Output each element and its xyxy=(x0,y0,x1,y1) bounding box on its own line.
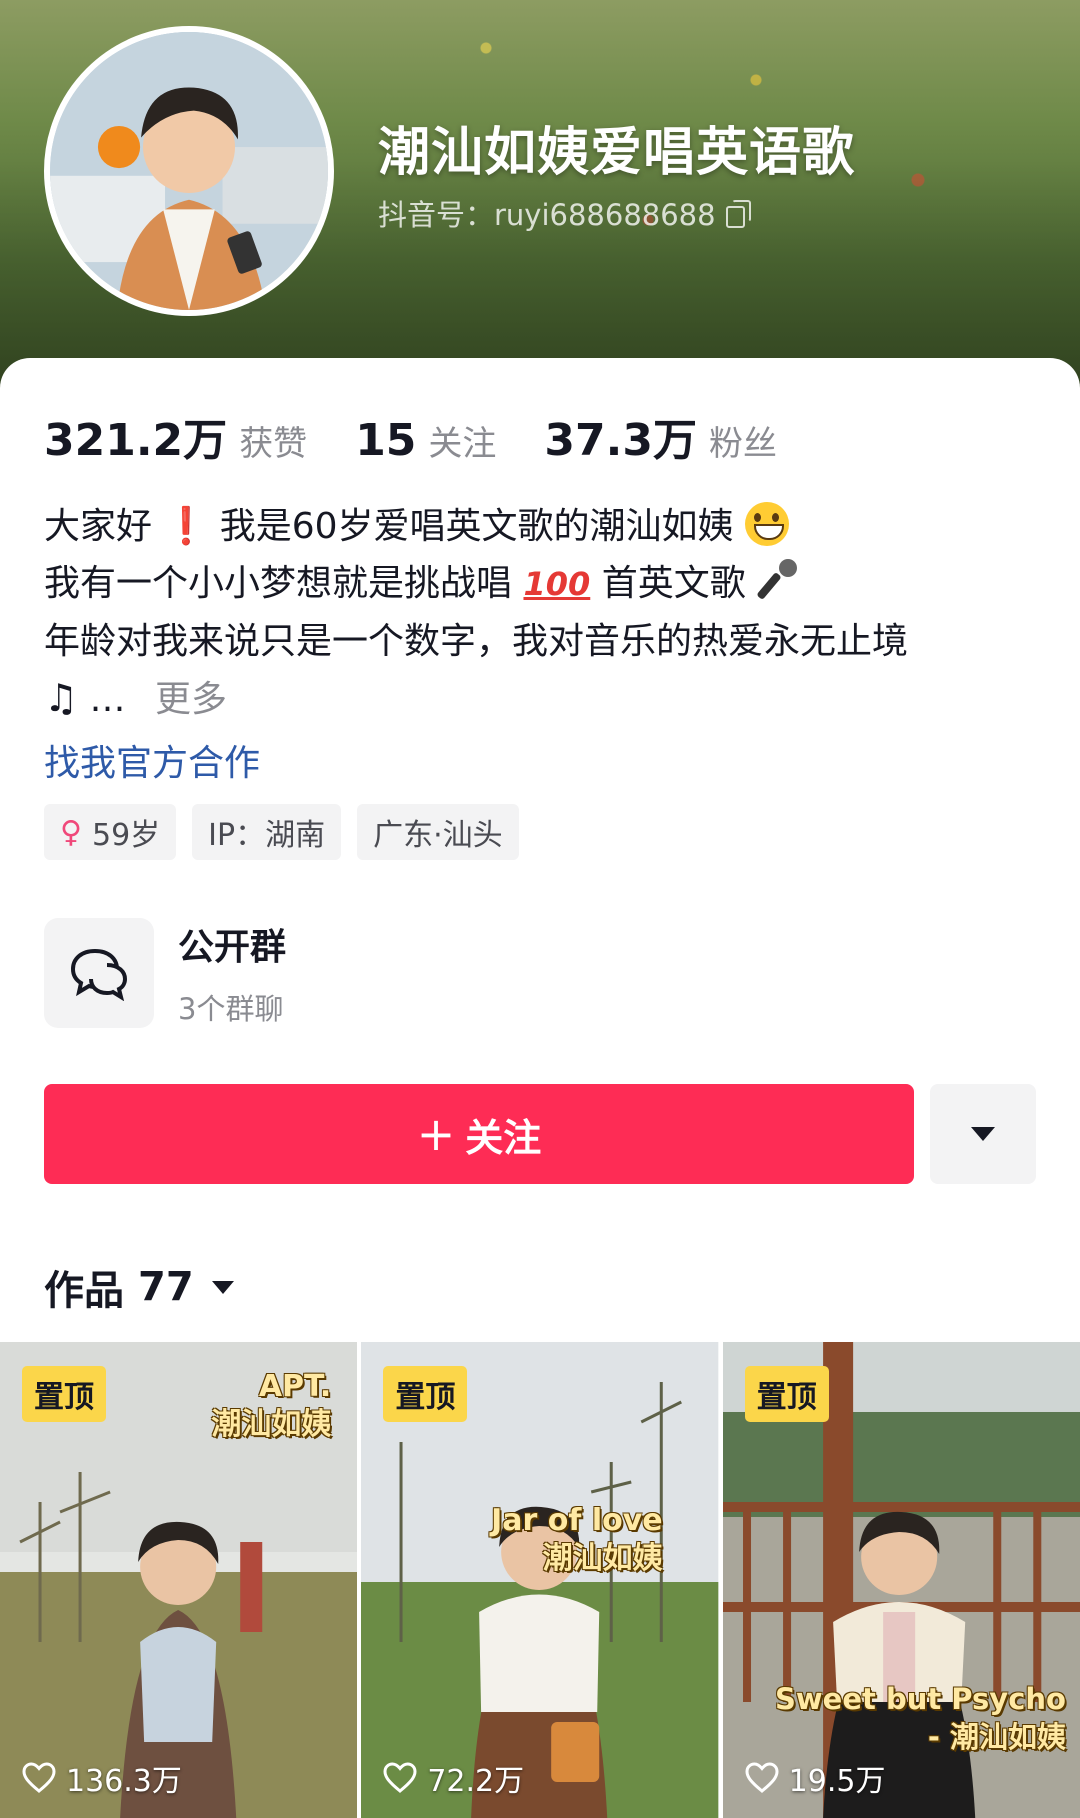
video-caption: Jar of love 潮汕如姨 xyxy=(491,1502,663,1578)
video-caption: APT. 潮汕如姨 xyxy=(211,1368,331,1444)
likes-count: 136.3万 xyxy=(66,1764,182,1799)
douyin-id[interactable]: 抖音号：ruyi688688688 xyxy=(378,192,751,234)
profile-card: 321.2万 获赞 15 关注 37.3万 粉丝 大家好 ❗ 我是60岁爱唱英文… xyxy=(0,358,1080,1818)
official-cooperation-link[interactable]: 找我官方合作 xyxy=(44,734,260,786)
ip-tag: IP：湖南 xyxy=(192,804,342,860)
location-tag: 广东·汕头 xyxy=(357,804,519,860)
smile-emoji-icon xyxy=(745,502,790,546)
video-likes: 72.2万 xyxy=(383,1756,524,1800)
female-icon: ♀ xyxy=(60,814,82,850)
age-text: 59岁 xyxy=(91,818,161,853)
plus-icon: + xyxy=(416,1107,456,1161)
bio-text: 首英文歌 xyxy=(601,563,746,604)
video-likes: 19.5万 xyxy=(745,1756,886,1800)
bio-line-4: ♫ … 更多 xyxy=(44,670,1044,728)
more-options-button[interactable] xyxy=(930,1084,1036,1184)
works-label: 作品 xyxy=(44,1268,124,1314)
stat-label: 获赞 xyxy=(239,424,308,464)
caption-line: 潮汕如姨 xyxy=(211,1407,332,1442)
heart-icon xyxy=(383,1762,417,1793)
music-note-icon: ♫ xyxy=(44,676,79,720)
bio-text: 我是60岁爱唱英文歌的潮汕如姨 xyxy=(219,506,734,547)
pinned-badge: 置顶 xyxy=(744,1366,829,1422)
caption-line: Jar of love xyxy=(491,1503,663,1538)
ip-text: IP：湖南 xyxy=(208,818,326,853)
heart-icon xyxy=(745,1762,779,1793)
bio[interactable]: 大家好 ❗ 我是60岁爱唱英文歌的潮汕如姨 我有一个小小梦想就是挑战唱 100 … xyxy=(44,498,1044,728)
bio-line-2: 我有一个小小梦想就是挑战唱 100 首英文歌 xyxy=(44,555,1044,613)
video-likes: 136.3万 xyxy=(22,1756,182,1800)
video-grid: 置顶 APT. 潮汕如姨 136.3万 置顶 Jar of love 潮汕如姨 … xyxy=(0,1342,1080,1818)
exclamation-emoji-icon: ❗ xyxy=(163,506,209,547)
bio-text: 我有一个小小梦想就是挑战唱 xyxy=(44,563,513,604)
likes-count: 72.2万 xyxy=(427,1764,525,1799)
stat-followers[interactable]: 37.3万 粉丝 xyxy=(544,404,777,468)
microphone-emoji-icon xyxy=(757,557,801,601)
video-thumbnail[interactable]: 置顶 Jar of love 潮汕如姨 72.2万 xyxy=(361,1342,719,1818)
group-title: 公开群 xyxy=(178,927,287,968)
profile-name: 潮汕如姨爱唱英语歌 xyxy=(378,123,856,183)
caption-line: - 潮汕如姨 xyxy=(927,1720,1066,1754)
follow-label: 关注 xyxy=(465,1115,542,1160)
stat-value: 321.2万 xyxy=(44,415,228,466)
stat-value: 15 xyxy=(355,415,417,466)
caret-down-icon xyxy=(211,1280,234,1294)
heart-icon xyxy=(22,1762,56,1793)
stat-label: 粉丝 xyxy=(708,424,777,464)
stat-label: 关注 xyxy=(428,424,497,464)
stat-value: 37.3万 xyxy=(544,415,697,466)
douyin-id-text: 抖音号：ruyi688688688 xyxy=(378,198,716,232)
group-subtitle: 3个群聊 xyxy=(178,992,284,1026)
profile-tags: ♀ 59岁 IP：湖南 广东·汕头 xyxy=(44,804,519,860)
hundred-emoji-icon: 100 xyxy=(523,565,591,603)
caption-line: Sweet but Psycho xyxy=(774,1682,1066,1716)
avatar[interactable] xyxy=(44,26,334,316)
bio-text: 大家好 xyxy=(44,506,153,547)
likes-count: 19.5万 xyxy=(788,1764,886,1799)
video-thumbnail[interactable]: 置顶 Sweet but Psycho - 潮汕如姨 19.5万 xyxy=(722,1342,1080,1818)
group-text: 公开群 3个群聊 xyxy=(178,918,286,1028)
caption-line: APT. xyxy=(258,1369,332,1404)
public-group-entry[interactable]: 公开群 3个群聊 xyxy=(44,918,286,1028)
stats-row: 321.2万 获赞 15 关注 37.3万 粉丝 xyxy=(44,404,825,468)
age-tag: ♀ 59岁 xyxy=(44,804,177,860)
stat-likes[interactable]: 321.2万 获赞 xyxy=(44,404,307,468)
works-tab[interactable]: 作品 77 xyxy=(44,1258,234,1316)
caret-down-icon xyxy=(971,1127,995,1141)
bio-ellipsis: … xyxy=(89,679,126,720)
copy-icon[interactable] xyxy=(724,200,751,228)
bio-more-link[interactable]: 更多 xyxy=(155,679,227,720)
location-text: 广东·汕头 xyxy=(373,818,503,853)
chat-group-icon xyxy=(44,918,154,1028)
pinned-badge: 置顶 xyxy=(383,1366,468,1422)
bio-line-1: 大家好 ❗ 我是60岁爱唱英文歌的潮汕如姨 xyxy=(44,498,1044,555)
pinned-badge: 置顶 xyxy=(22,1366,106,1422)
follow-button[interactable]: + 关注 xyxy=(44,1084,914,1184)
caption-line: 潮汕如姨 xyxy=(542,1541,663,1576)
works-count: 77 xyxy=(138,1264,194,1310)
bio-line-3: 年龄对我来说只是一个数字，我对音乐的热爱永无止境 xyxy=(44,621,909,662)
avatar-image xyxy=(50,32,328,310)
stat-following[interactable]: 15 关注 xyxy=(355,415,496,466)
video-caption: Sweet but Psycho - 潮汕如姨 xyxy=(775,1680,1066,1756)
video-thumbnail[interactable]: 置顶 APT. 潮汕如姨 136.3万 xyxy=(0,1342,358,1818)
